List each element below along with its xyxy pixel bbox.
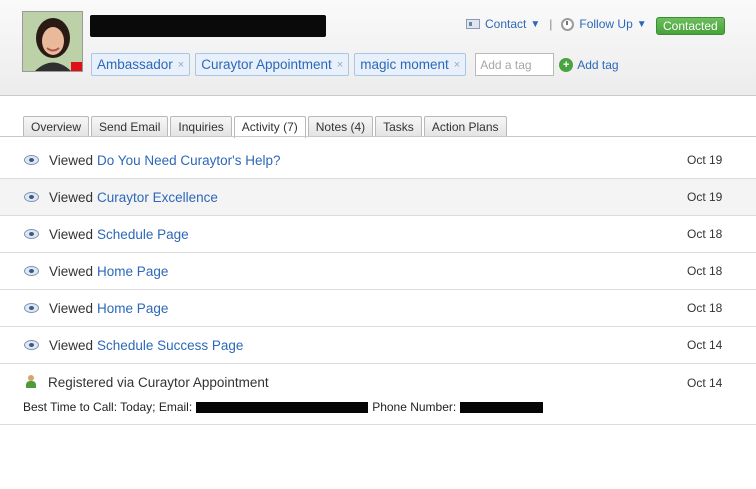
- activity-verb: Viewed: [49, 300, 94, 316]
- add-tag-button[interactable]: + Add tag: [559, 57, 619, 72]
- eye-icon: [24, 340, 39, 350]
- page-link[interactable]: Home Page: [97, 301, 168, 316]
- remove-tag-icon[interactable]: ×: [454, 59, 460, 71]
- contact-dropdown[interactable]: Contact ▼: [466, 17, 540, 31]
- activity-row: Viewed Schedule Page Oct 18: [0, 216, 756, 253]
- separator: |: [549, 17, 553, 31]
- tab-tasks[interactable]: Tasks: [375, 116, 422, 137]
- tab-divider: [0, 136, 756, 137]
- follow-up-dropdown[interactable]: Follow Up ▼: [561, 17, 647, 31]
- activity-verb: Viewed: [49, 152, 94, 168]
- activity-verb: Viewed: [49, 263, 94, 279]
- activity-verb: Viewed: [49, 226, 94, 242]
- red-flag-icon: [71, 62, 82, 71]
- tab-notes[interactable]: Notes (4): [307, 116, 374, 137]
- contact-header: Ambassador × Curaytor Appointment × magi…: [0, 0, 756, 96]
- registration-details: Best Time to Call: Today; Email: Phone N…: [23, 400, 544, 414]
- tag-label: Ambassador: [97, 57, 173, 72]
- tag-curaytor-appointment[interactable]: Curaytor Appointment ×: [195, 53, 350, 76]
- activity-date: Oct 18: [687, 301, 723, 315]
- activity-verb: Viewed: [49, 189, 94, 205]
- tag-ambassador[interactable]: Ambassador ×: [91, 53, 191, 76]
- eye-icon: [24, 266, 39, 276]
- plus-circle-icon: +: [559, 57, 574, 72]
- eye-icon: [24, 303, 39, 313]
- phone-redacted: [460, 401, 544, 413]
- email-redacted: [196, 401, 369, 413]
- tag-list: Ambassador × Curaytor Appointment × magi…: [91, 53, 619, 76]
- clock-icon: [561, 17, 575, 31]
- eye-icon: [24, 155, 39, 165]
- registration-row: Registered via Curaytor Appointment Oct …: [0, 364, 756, 425]
- caret-down-icon: ▼: [636, 18, 647, 30]
- add-tag-input[interactable]: [475, 53, 555, 76]
- tag-label: magic moment: [360, 57, 449, 72]
- header-actions: Contact ▼ | Follow Up ▼: [466, 17, 647, 31]
- contact-avatar[interactable]: [22, 11, 83, 72]
- contact-name-redacted: [90, 15, 326, 37]
- caret-down-icon: ▼: [530, 18, 541, 30]
- page-link[interactable]: Schedule Page: [97, 227, 189, 242]
- tab-bar: Overview Send Email Inquiries Activity (…: [23, 116, 509, 138]
- eye-icon: [24, 192, 39, 202]
- tab-inquiries[interactable]: Inquiries: [170, 116, 232, 137]
- page-link[interactable]: Home Page: [97, 264, 168, 279]
- tab-action-plans[interactable]: Action Plans: [423, 116, 507, 137]
- registration-date: Oct 14: [687, 376, 723, 390]
- activity-row: Viewed Curaytor Excellence Oct 19: [0, 179, 756, 216]
- eye-icon: [24, 229, 39, 239]
- activity-row: Viewed Home Page Oct 18: [0, 290, 756, 327]
- tag-label: Curaytor Appointment: [201, 57, 332, 72]
- activity-row: Viewed Schedule Success Page Oct 14: [0, 327, 756, 364]
- contact-dropdown-label: Contact: [485, 17, 527, 31]
- activity-list: Viewed Do You Need Curaytor's Help? Oct …: [0, 142, 756, 425]
- status-badge[interactable]: Contacted: [656, 17, 725, 35]
- activity-date: Oct 14: [687, 338, 723, 352]
- contact-card-icon: [466, 19, 480, 29]
- page-link[interactable]: Do You Need Curaytor's Help?: [97, 153, 280, 168]
- phone-label: Phone Number:: [372, 400, 457, 414]
- person-icon: [26, 375, 36, 388]
- page-link[interactable]: Schedule Success Page: [97, 338, 243, 353]
- activity-row: Viewed Do You Need Curaytor's Help? Oct …: [0, 142, 756, 179]
- activity-verb: Viewed: [49, 337, 94, 353]
- tab-overview[interactable]: Overview: [23, 116, 90, 137]
- remove-tag-icon[interactable]: ×: [178, 59, 184, 71]
- activity-date: Oct 18: [687, 227, 723, 241]
- registration-text: Registered via Curaytor Appointment: [48, 375, 269, 390]
- add-tag-label: Add tag: [577, 57, 619, 72]
- remove-tag-icon[interactable]: ×: [337, 59, 343, 71]
- activity-date: Oct 19: [687, 190, 723, 204]
- activity-row: Viewed Home Page Oct 18: [0, 253, 756, 290]
- best-time-email-label: Best Time to Call: Today; Email:: [23, 400, 193, 414]
- follow-up-label: Follow Up: [579, 17, 633, 31]
- activity-date: Oct 18: [687, 264, 723, 278]
- tab-activity[interactable]: Activity (7): [233, 116, 306, 138]
- page-link[interactable]: Curaytor Excellence: [97, 190, 218, 205]
- tag-magic-moment[interactable]: magic moment ×: [354, 53, 467, 76]
- tab-send-email[interactable]: Send Email: [91, 116, 169, 137]
- activity-date: Oct 19: [687, 153, 723, 167]
